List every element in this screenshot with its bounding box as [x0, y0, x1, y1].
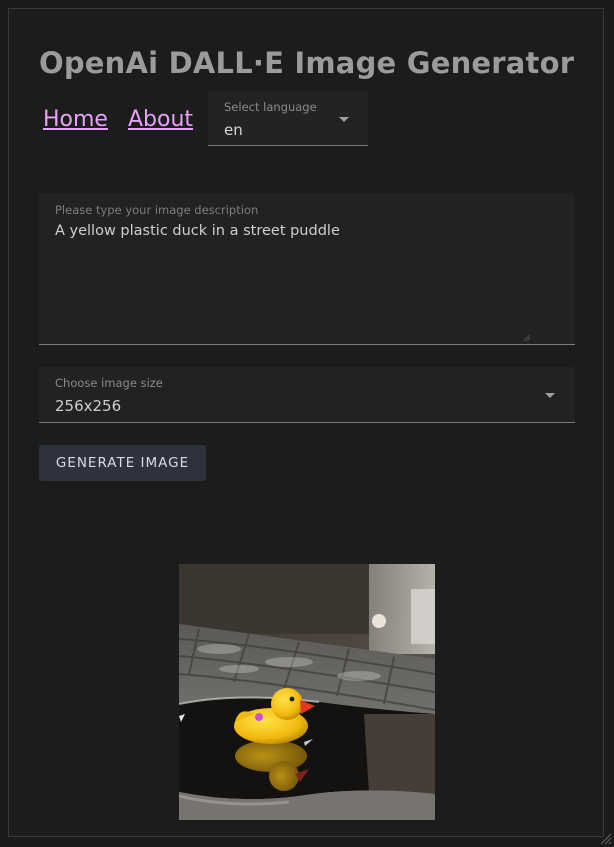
image-size-label: Choose image size — [55, 376, 163, 390]
chevron-down-icon — [545, 393, 555, 398]
image-description-label: Please type your image description — [55, 203, 259, 217]
language-select-label: Select language — [224, 100, 317, 114]
duck-photo — [179, 564, 435, 820]
image-description-field[interactable]: Please type your image description A yel… — [39, 193, 575, 345]
image-description-input[interactable]: A yellow plastic duck in a street puddle — [55, 223, 340, 239]
image-size-value: 256x256 — [55, 397, 122, 415]
generate-image-button[interactable]: GENERATE IMAGE — [39, 445, 206, 481]
nav-about-link[interactable]: About — [128, 107, 193, 132]
language-select[interactable]: Select language en — [208, 91, 368, 146]
resize-grip-icon[interactable] — [523, 334, 531, 342]
chevron-down-icon — [339, 117, 349, 122]
window-resize-grip-icon[interactable] — [600, 833, 612, 845]
nav-home-link[interactable]: Home — [43, 107, 108, 132]
image-size-select[interactable]: Choose image size 256x256 — [39, 367, 575, 423]
page-title: OpenAi DALL·E Image Generator — [39, 46, 575, 80]
generated-image — [179, 564, 435, 820]
language-select-value: en — [224, 121, 243, 139]
